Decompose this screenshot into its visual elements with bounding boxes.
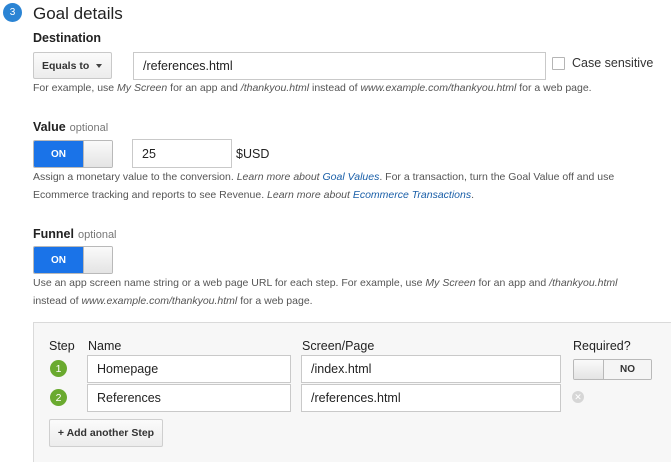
match-type-dropdown[interactable]: Equals to (33, 52, 112, 79)
add-step-button[interactable]: + Add another Step (49, 419, 163, 447)
required-toggle-state: NO (604, 360, 651, 379)
chevron-down-icon (96, 63, 103, 68)
step-screen-input[interactable]: /index.html (301, 355, 561, 383)
section-title: Goal details (33, 4, 123, 23)
value-help: Assign a monetary value to the conversio… (33, 171, 615, 201)
value-label-row: Value optional (33, 120, 108, 134)
funnel-help: Use an app screen name string or a web p… (33, 277, 618, 307)
match-type-value: Equals to (42, 59, 90, 72)
funnel-label: Funnel (33, 227, 74, 241)
section-step-badge: 3 (3, 3, 22, 22)
value-toggle-knob (83, 141, 112, 167)
destination-label: Destination (33, 31, 102, 45)
step-name-input[interactable]: References (87, 384, 291, 412)
value-label: Value (33, 120, 66, 134)
value-toggle[interactable]: ON (33, 140, 113, 168)
required-toggle-knob (574, 360, 604, 379)
value-amount: 25 (142, 146, 156, 161)
remove-step-icon[interactable]: ✕ (572, 391, 584, 403)
step-screen-input[interactable]: /references.html (301, 384, 561, 412)
ecommerce-transactions-link[interactable]: Ecommerce Transactions (353, 189, 471, 201)
goal-values-link[interactable]: Goal Values (323, 171, 380, 183)
destination-input[interactable]: /references.html (133, 52, 546, 80)
column-step: Step (49, 339, 75, 353)
funnel-optional: optional (77, 229, 117, 241)
case-sensitive-checkbox[interactable] (552, 57, 565, 70)
column-required: Required? (573, 339, 631, 353)
value-toggle-on: ON (34, 141, 83, 167)
destination-help: For example, use My Screen for an app an… (33, 82, 592, 94)
destination-input-value: /references.html (143, 59, 233, 73)
value-optional: optional (69, 122, 109, 134)
case-sensitive-label: Case sensitive (572, 56, 654, 70)
required-toggle[interactable]: NO (573, 359, 652, 380)
value-amount-input[interactable]: 25 (132, 139, 232, 168)
funnel-toggle-knob (83, 247, 112, 273)
funnel-toggle-on: ON (34, 247, 83, 273)
funnel-toggle[interactable]: ON (33, 246, 113, 274)
step-name-input[interactable]: Homepage (87, 355, 291, 383)
currency-label: $USD (236, 147, 270, 161)
step-number-badge: 1 (50, 360, 67, 377)
column-name: Name (88, 339, 122, 353)
column-screen-page: Screen/Page (302, 339, 375, 353)
funnel-label-row: Funnel optional (33, 227, 117, 241)
step-number-badge: 2 (50, 389, 67, 406)
